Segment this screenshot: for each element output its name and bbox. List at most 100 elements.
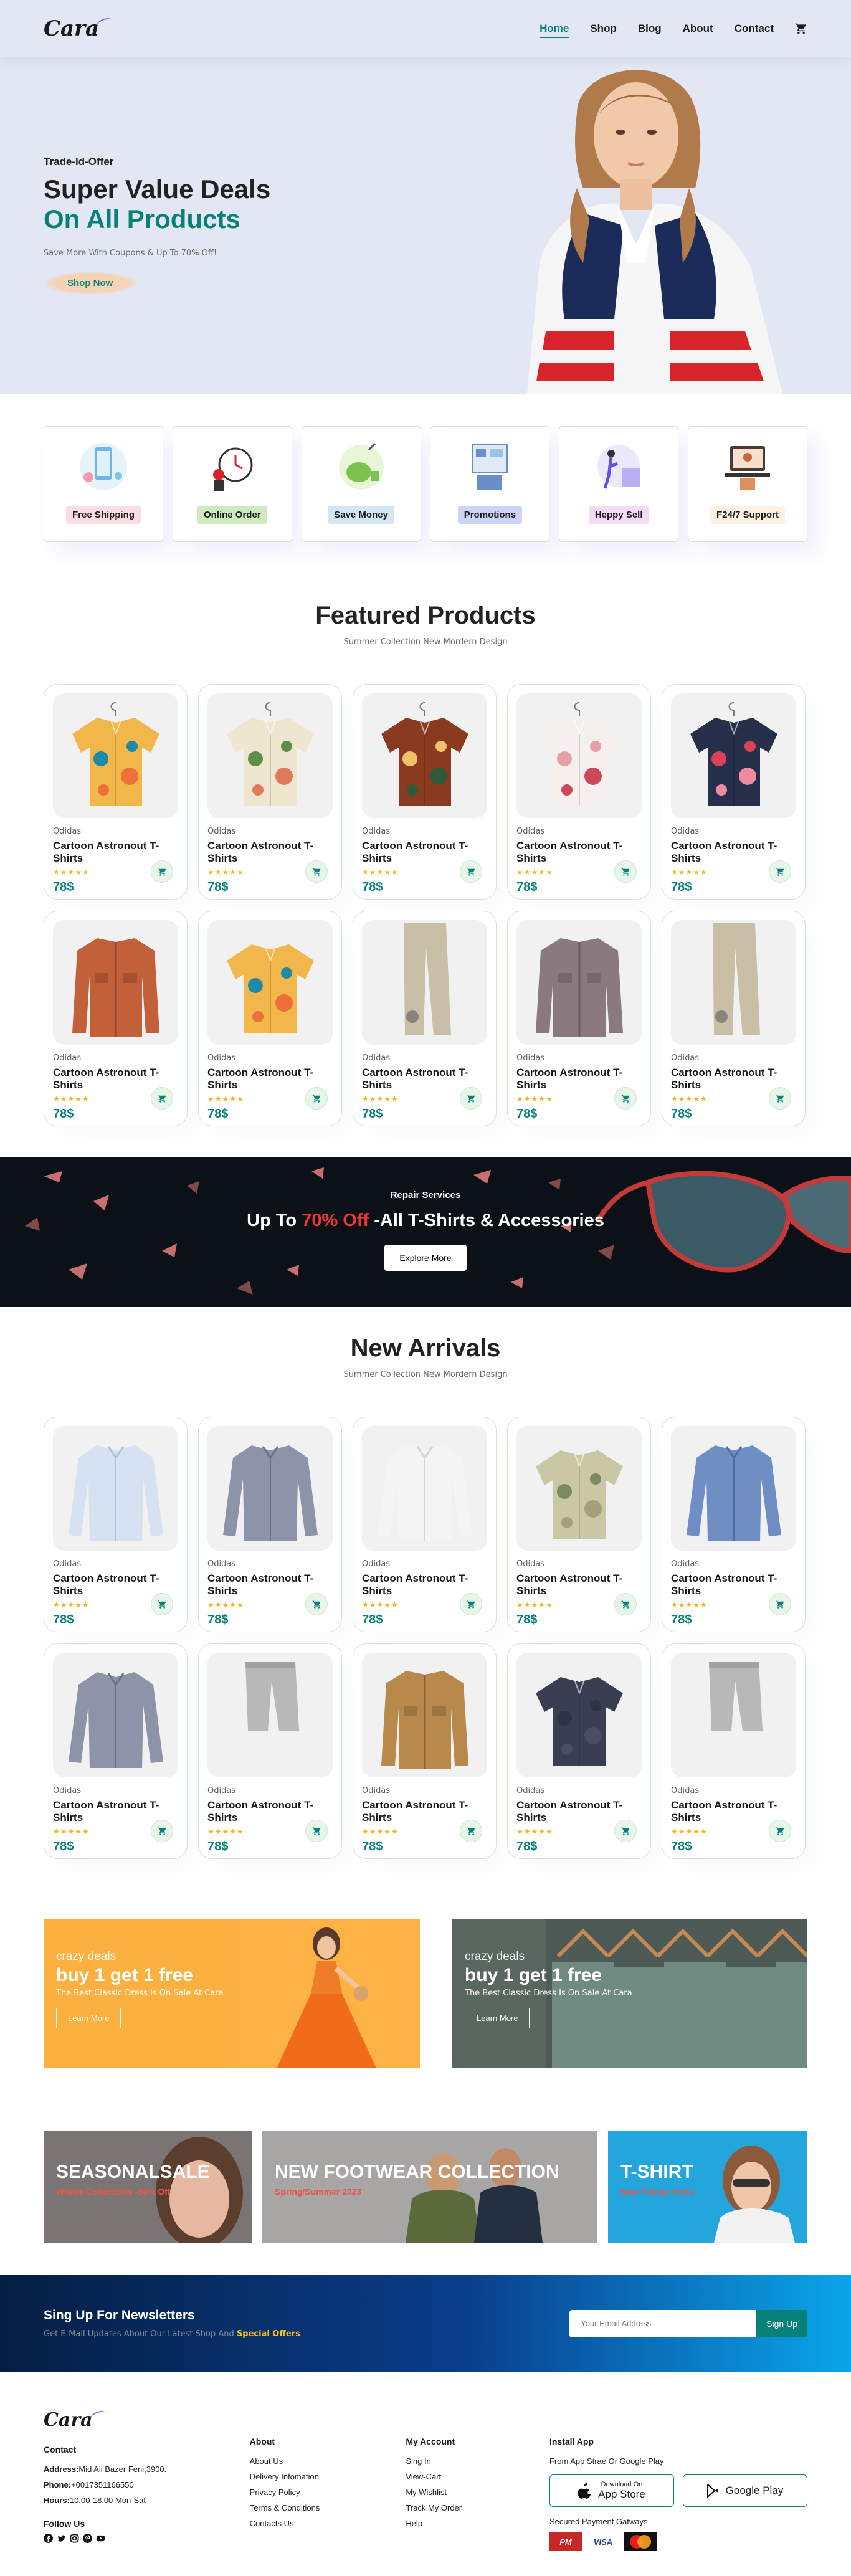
product-card[interactable]: Odidas Cartoon Astronout T-Shirts ★★★★★ 78$ bbox=[507, 684, 651, 900]
add-to-cart-button[interactable] bbox=[460, 1087, 482, 1110]
product-card[interactable]: Odidas Cartoon Astronout T-Shirts ★★★★★ 78$ bbox=[44, 684, 188, 900]
product-card[interactable]: Odidas Cartoon Astronout T-Shirts ★★★★★ 78$ bbox=[662, 684, 806, 900]
product-card[interactable]: Odidas Cartoon Astronout T-Shirts ★★★★★ 78$ bbox=[44, 911, 188, 1126]
add-to-cart-button[interactable] bbox=[305, 1593, 328, 1615]
product-image[interactable] bbox=[207, 1653, 333, 1777]
product-card[interactable]: Odidas Cartoon Astronout T-Shirts ★★★★★ 78$ bbox=[507, 911, 651, 1126]
footer-logo[interactable]: Cara bbox=[44, 2408, 218, 2431]
footer-link[interactable]: View-Cart bbox=[406, 2472, 518, 2481]
product-card[interactable]: Odidas Cartoon Astronout T-Shirts ★★★★★ 78$ bbox=[198, 1417, 342, 1632]
nav-contact[interactable]: Contact bbox=[735, 22, 774, 37]
product-image[interactable] bbox=[207, 1426, 333, 1551]
product-image[interactable] bbox=[53, 693, 178, 818]
learn-more-button[interactable]: Learn More bbox=[465, 2008, 530, 2028]
add-to-cart-button[interactable] bbox=[460, 1593, 482, 1615]
product-card[interactable]: Odidas Cartoon Astronout T-Shirts ★★★★★ 78$ bbox=[353, 911, 497, 1126]
add-to-cart-button[interactable] bbox=[460, 1820, 482, 1842]
product-card[interactable]: Odidas Cartoon Astronout T-Shirts ★★★★★ 78$ bbox=[662, 1417, 806, 1632]
sign-up-button[interactable]: Sign Up bbox=[756, 2309, 807, 2337]
product-card[interactable]: Odidas Cartoon Astronout T-Shirts ★★★★★ 78$ bbox=[507, 1417, 651, 1632]
product-image[interactable] bbox=[516, 1653, 642, 1777]
instagram-icon[interactable] bbox=[70, 2534, 79, 2543]
cart-icon[interactable] bbox=[795, 22, 807, 35]
product-image[interactable] bbox=[671, 1426, 796, 1551]
add-to-cart-button[interactable] bbox=[151, 860, 173, 883]
facebook-icon[interactable] bbox=[44, 2534, 53, 2543]
shop-now-button[interactable]: Shop Now bbox=[44, 271, 138, 295]
product-card[interactable]: Odidas Cartoon Astronout T-Shirts ★★★★★ 78$ bbox=[44, 1417, 188, 1632]
footer-link[interactable]: Privacy Policy bbox=[250, 2488, 374, 2497]
account-title: My Account bbox=[406, 2436, 455, 2446]
product-card[interactable]: Odidas Cartoon Astronout T-Shirts ★★★★★ 78$ bbox=[353, 1643, 497, 1859]
nav-about[interactable]: About bbox=[683, 22, 713, 37]
google-play-button[interactable]: Google Play bbox=[682, 2474, 807, 2507]
product-image[interactable] bbox=[207, 920, 333, 1045]
nav-blog[interactable]: Blog bbox=[638, 22, 662, 37]
product-image[interactable] bbox=[671, 920, 796, 1045]
footer-link[interactable]: Contacts Us bbox=[250, 2519, 374, 2528]
seasonal-sale-banner[interactable]: SEASONALSALE Winter Collections -50% Off bbox=[44, 2131, 252, 2243]
product-image[interactable] bbox=[362, 1426, 487, 1551]
explore-more-button[interactable]: Explore More bbox=[384, 1245, 467, 1271]
app-store-button[interactable]: Download On App Store bbox=[549, 2474, 674, 2507]
brand-logo[interactable]: Cara bbox=[44, 16, 114, 41]
add-to-cart-button[interactable] bbox=[769, 1820, 791, 1842]
product-image[interactable] bbox=[516, 693, 642, 818]
cart-icon bbox=[467, 1600, 475, 1609]
product-image[interactable] bbox=[207, 693, 333, 818]
product-card[interactable]: Odidas Cartoon Astronout T-Shirts ★★★★★ 78$ bbox=[353, 1417, 497, 1632]
product-image[interactable] bbox=[516, 920, 642, 1045]
product-brand: Odidas bbox=[516, 1559, 545, 1569]
footer-link[interactable]: Terms & Conditions bbox=[250, 2503, 374, 2512]
add-to-cart-button[interactable] bbox=[769, 1593, 791, 1615]
add-to-cart-button[interactable] bbox=[614, 1820, 637, 1842]
add-to-cart-button[interactable] bbox=[769, 1087, 791, 1110]
add-to-cart-button[interactable] bbox=[769, 860, 791, 883]
youtube-icon[interactable] bbox=[96, 2534, 105, 2543]
add-to-cart-button[interactable] bbox=[460, 860, 482, 883]
twitter-icon[interactable] bbox=[57, 2534, 66, 2543]
product-image[interactable] bbox=[516, 1426, 642, 1551]
product-image[interactable] bbox=[53, 920, 178, 1045]
product-image[interactable] bbox=[671, 693, 796, 818]
product-image[interactable] bbox=[53, 1426, 178, 1551]
product-card[interactable]: Odidas Cartoon Astronout T-Shirts ★★★★★ 78$ bbox=[662, 1643, 806, 1859]
product-card[interactable]: Odidas Cartoon Astronout T-Shirts ★★★★★ 78$ bbox=[198, 684, 342, 900]
product-card[interactable]: Odidas Cartoon Astronout T-Shirts ★★★★★ 78$ bbox=[198, 1643, 342, 1859]
footwear-collection-banner[interactable]: NEW FOOTWEAR COLLECTION Spring/Summer 20… bbox=[262, 2131, 597, 2243]
product-image[interactable] bbox=[362, 693, 487, 818]
tshirt-banner[interactable]: T-SHIRT New Trendy Prins bbox=[608, 2131, 807, 2243]
learn-more-button[interactable]: Learn More bbox=[56, 2008, 121, 2028]
footer-link[interactable]: About Us bbox=[250, 2456, 374, 2466]
product-card[interactable]: Odidas Cartoon Astronout T-Shirts ★★★★★ 78$ bbox=[198, 911, 342, 1126]
product-image[interactable] bbox=[362, 1653, 487, 1777]
product-card[interactable]: Odidas Cartoon Astronout T-Shirts ★★★★★ 78$ bbox=[507, 1643, 651, 1859]
add-to-cart-button[interactable] bbox=[614, 1593, 637, 1615]
footer-link[interactable]: Track My Order bbox=[406, 2503, 518, 2512]
new-arrivals-section: New Arrivals Summer Collection New Morde… bbox=[0, 1307, 851, 1859]
product-image[interactable] bbox=[671, 1653, 796, 1777]
contact-title: Contact bbox=[44, 2445, 77, 2455]
add-to-cart-button[interactable] bbox=[305, 1087, 328, 1110]
add-to-cart-button[interactable] bbox=[614, 1087, 637, 1110]
footer-link[interactable]: My Wishlist bbox=[406, 2488, 518, 2497]
add-to-cart-button[interactable] bbox=[305, 860, 328, 883]
product-card[interactable]: Odidas Cartoon Astronout T-Shirts ★★★★★ 78$ bbox=[353, 684, 497, 900]
product-image[interactable] bbox=[53, 1653, 178, 1777]
footer-link[interactable]: Sing In bbox=[406, 2456, 518, 2466]
add-to-cart-button[interactable] bbox=[151, 1087, 173, 1110]
add-to-cart-button[interactable] bbox=[151, 1820, 173, 1842]
add-to-cart-button[interactable] bbox=[614, 860, 637, 883]
footer-link[interactable]: Help bbox=[406, 2519, 518, 2528]
nav-home[interactable]: Home bbox=[540, 22, 569, 37]
add-to-cart-button[interactable] bbox=[305, 1820, 328, 1842]
pinterest-icon[interactable] bbox=[83, 2534, 92, 2543]
product-image[interactable] bbox=[362, 920, 487, 1045]
collection-banners: SEASONALSALE Winter Collections -50% Off… bbox=[0, 2131, 851, 2243]
add-to-cart-button[interactable] bbox=[151, 1593, 173, 1615]
product-card[interactable]: Odidas Cartoon Astronout T-Shirts ★★★★★ 78$ bbox=[44, 1643, 188, 1859]
product-card[interactable]: Odidas Cartoon Astronout T-Shirts ★★★★★ 78$ bbox=[662, 911, 806, 1126]
footer-link[interactable]: Delivery Infomation bbox=[250, 2472, 374, 2481]
email-input[interactable] bbox=[569, 2309, 757, 2337]
nav-shop[interactable]: Shop bbox=[590, 22, 617, 37]
